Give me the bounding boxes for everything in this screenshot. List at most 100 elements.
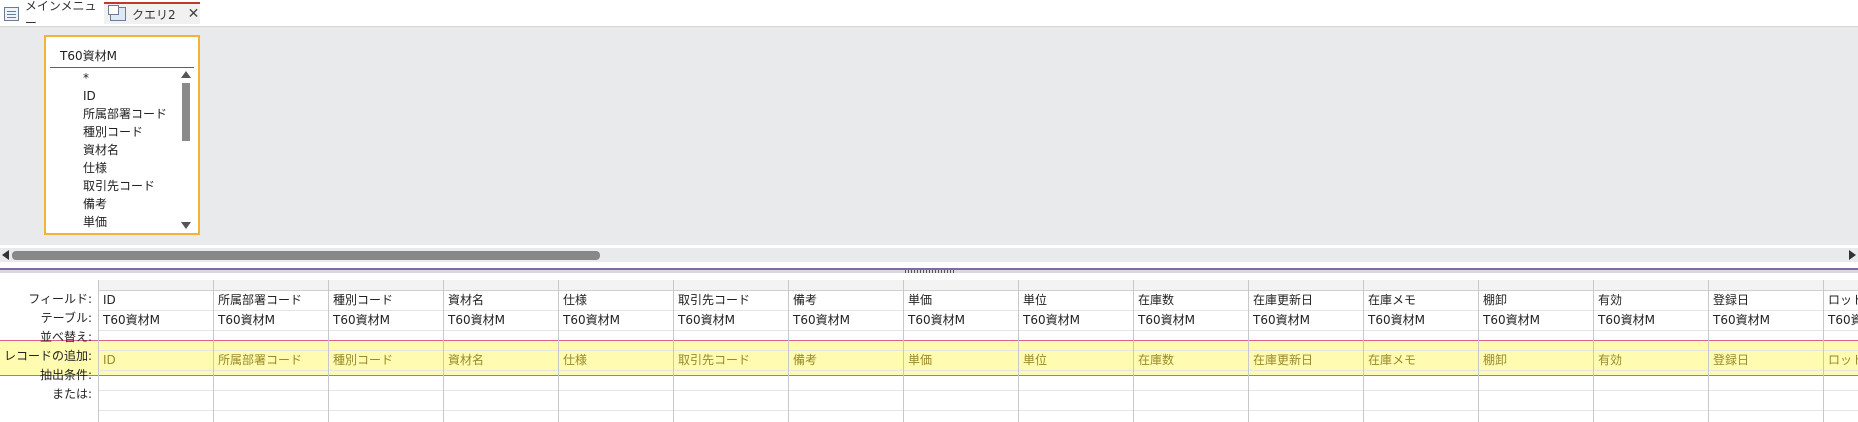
table-cell[interactable]: T60資材M (444, 311, 559, 331)
grid-column[interactable]: 在庫メモ T60資材M 在庫メモ (1363, 280, 1479, 422)
or-cell[interactable] (444, 391, 559, 411)
table-cell[interactable]: T60資材M (214, 311, 329, 331)
close-icon[interactable]: ✕ (188, 6, 200, 22)
field-cell[interactable]: 資材名 (444, 291, 559, 311)
table-cell[interactable]: T60資材M (1364, 311, 1479, 331)
table-cell[interactable]: T60資材M (1019, 311, 1134, 331)
grid-column[interactable]: 種別コード T60資材M 種別コード (328, 280, 444, 422)
grid-column[interactable]: 単位 T60資材M 単位 (1018, 280, 1134, 422)
grid-column[interactable]: 取引先コード T60資材M 取引先コード (673, 280, 789, 422)
grid-column[interactable]: ロットT60資ロット (1823, 280, 1858, 422)
column-selector[interactable] (1594, 280, 1709, 291)
column-selector[interactable] (1019, 280, 1134, 291)
sort-cell[interactable] (904, 331, 1019, 351)
or-cell[interactable] (559, 391, 674, 411)
scroll-up-icon[interactable] (181, 71, 191, 78)
table-cell[interactable]: T60資材M (904, 311, 1019, 331)
append-to-cell[interactable]: 所属部署コード (214, 351, 329, 371)
or-cell[interactable] (1364, 391, 1479, 411)
append-to-cell[interactable]: 棚卸 (1479, 351, 1594, 371)
append-to-cell[interactable]: 取引先コード (674, 351, 789, 371)
or-cell[interactable] (1134, 391, 1249, 411)
or-cell[interactable] (1249, 391, 1364, 411)
append-to-cell[interactable]: 登録日 (1709, 351, 1824, 371)
criteria-cell[interactable] (559, 371, 674, 391)
hscroll-thumb[interactable] (12, 251, 600, 260)
column-selector[interactable] (904, 280, 1019, 291)
column-selector[interactable] (329, 280, 444, 291)
or-cell[interactable] (1709, 391, 1824, 411)
field-cell[interactable]: 在庫数 (1134, 291, 1249, 311)
table-cell[interactable]: T60資材M (559, 311, 674, 331)
criteria-cell[interactable] (1019, 371, 1134, 391)
field-cell[interactable]: 単価 (904, 291, 1019, 311)
criteria-cell[interactable] (1824, 371, 1858, 391)
table-cell[interactable]: T60資材M (789, 311, 904, 331)
table-title[interactable]: T60資材M (60, 47, 117, 64)
table-cell[interactable]: T60資材M (99, 311, 214, 331)
sort-cell[interactable] (1249, 331, 1364, 351)
column-selector[interactable] (1134, 280, 1249, 291)
table-field-list[interactable]: T60資材M * ID 所属部署コード 種別コード 資材名 仕様 取引先コード 備考 単価 (44, 35, 200, 235)
column-selector[interactable] (99, 280, 214, 291)
sort-cell[interactable] (214, 331, 329, 351)
column-selector[interactable] (789, 280, 904, 291)
or-cell[interactable] (904, 391, 1019, 411)
column-selector[interactable] (674, 280, 789, 291)
table-cell[interactable]: T60資材M (1479, 311, 1594, 331)
column-selector[interactable] (1479, 280, 1594, 291)
append-to-cell[interactable]: 在庫更新日 (1249, 351, 1364, 371)
table-cell[interactable]: T60資材M (329, 311, 444, 331)
sort-cell[interactable] (1594, 331, 1709, 351)
table-cell[interactable]: T60資材M (1134, 311, 1249, 331)
field-list-item[interactable]: 所属部署コード (46, 105, 186, 123)
column-selector[interactable] (559, 280, 674, 291)
append-to-cell[interactable]: 在庫数 (1134, 351, 1249, 371)
field-cell[interactable]: 仕様 (559, 291, 674, 311)
grid-column[interactable]: 登録日 T60資材M 登録日 (1708, 280, 1824, 422)
sort-cell[interactable] (1019, 331, 1134, 351)
or-cell[interactable] (1019, 391, 1134, 411)
scroll-left-icon[interactable] (2, 250, 9, 260)
field-list-item[interactable]: 単価 (46, 213, 186, 231)
or-cell[interactable] (1479, 391, 1594, 411)
field-cell[interactable]: 備考 (789, 291, 904, 311)
grid-column[interactable]: 棚卸 T60資材M 棚卸 (1478, 280, 1594, 422)
criteria-cell[interactable] (444, 371, 559, 391)
or-cell[interactable] (214, 391, 329, 411)
append-to-cell[interactable]: 有効 (1594, 351, 1709, 371)
field-cell[interactable]: 有効 (1594, 291, 1709, 311)
criteria-cell[interactable] (904, 371, 1019, 391)
sort-cell[interactable] (329, 331, 444, 351)
sort-cell[interactable] (559, 331, 674, 351)
tab-main-menu[interactable]: メインメニュー (4, 0, 102, 30)
or-cell[interactable] (329, 391, 444, 411)
field-list-item[interactable]: 種別コード (46, 123, 186, 141)
column-selector[interactable] (1824, 280, 1858, 291)
scroll-right-icon[interactable] (1849, 250, 1856, 260)
criteria-cell[interactable] (329, 371, 444, 391)
field-cell[interactable]: 登録日 (1709, 291, 1824, 311)
criteria-cell[interactable] (789, 371, 904, 391)
grid-column[interactable]: 有効 T60資材M 有効 (1593, 280, 1709, 422)
sort-cell[interactable] (789, 331, 904, 351)
table-cell[interactable]: T60資 (1824, 311, 1858, 331)
append-to-cell[interactable]: 資材名 (444, 351, 559, 371)
append-to-cell[interactable]: 仕様 (559, 351, 674, 371)
field-cell[interactable]: 在庫更新日 (1249, 291, 1364, 311)
or-cell[interactable] (1824, 391, 1858, 411)
column-selector[interactable] (1364, 280, 1479, 291)
field-list-scrollbar[interactable] (180, 71, 192, 229)
sort-cell[interactable] (674, 331, 789, 351)
field-cell[interactable]: 棚卸 (1479, 291, 1594, 311)
field-list-item[interactable]: * (46, 69, 186, 87)
field-cell[interactable]: 種別コード (329, 291, 444, 311)
table-cell[interactable]: T60資材M (1594, 311, 1709, 331)
table-cell[interactable]: T60資材M (674, 311, 789, 331)
criteria-cell[interactable] (1479, 371, 1594, 391)
criteria-cell[interactable] (674, 371, 789, 391)
sort-cell[interactable] (1709, 331, 1824, 351)
grid-column[interactable]: 資材名 T60資材M 資材名 (443, 280, 559, 422)
column-selector[interactable] (444, 280, 559, 291)
field-list-item[interactable]: 備考 (46, 195, 186, 213)
